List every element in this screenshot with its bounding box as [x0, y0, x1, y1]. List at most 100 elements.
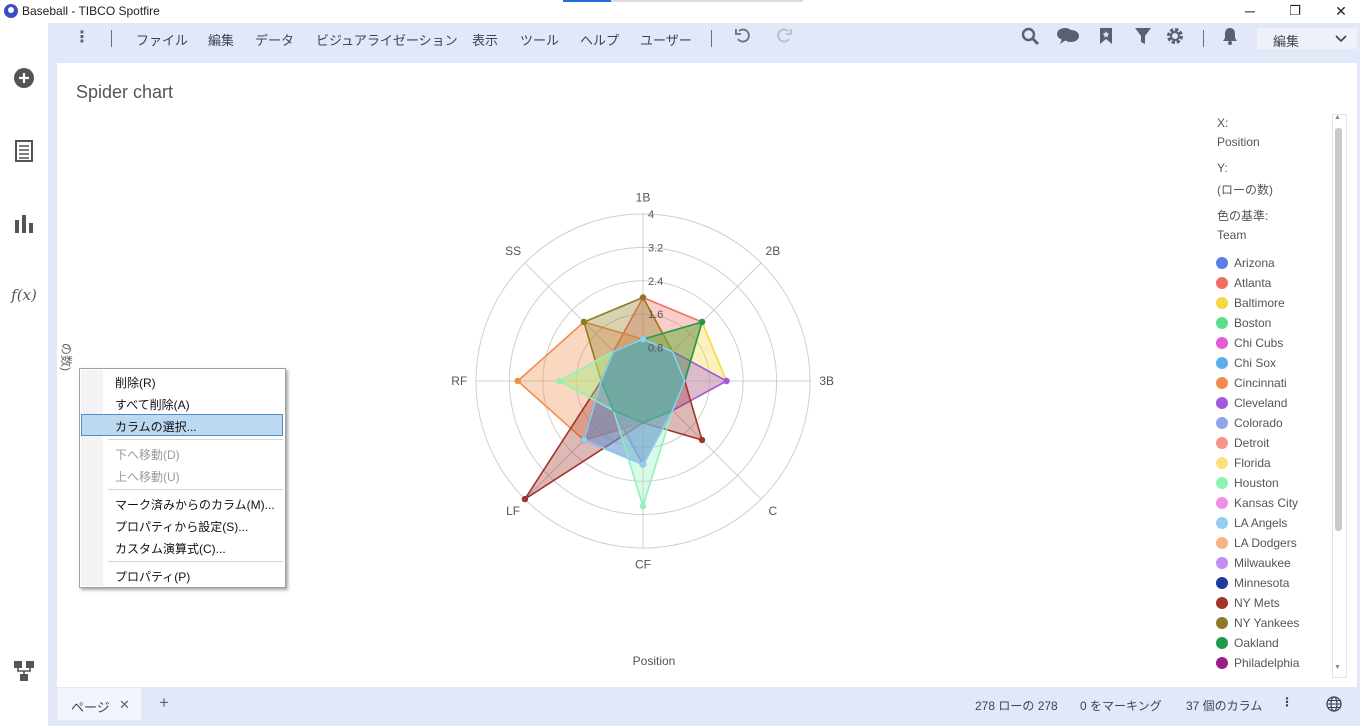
legend-item-label: NY Yankees	[1234, 616, 1300, 630]
legend-color-swatch	[1216, 377, 1228, 389]
legend-item-label: Chi Sox	[1234, 356, 1277, 370]
radar-axis-label[interactable]: C	[769, 504, 778, 518]
menu-item-select-columns[interactable]: カラムの選択...	[81, 414, 283, 436]
legend-item[interactable]: Chi Sox	[1216, 356, 1326, 372]
legend-item[interactable]: Florida	[1216, 456, 1326, 472]
legend-item-label: LA Angels	[1234, 516, 1288, 530]
radar-point[interactable]	[514, 377, 521, 385]
menu-item-delete[interactable]: 削除(R)	[81, 370, 283, 392]
radar-tick-label: 4	[648, 209, 654, 221]
legend-item-label: Cincinnati	[1234, 376, 1287, 390]
legend-item[interactable]: LA Angels	[1216, 516, 1326, 532]
menu-item-move-up: 上へ移動(U)	[115, 470, 180, 484]
radar-point[interactable]	[639, 294, 647, 301]
radar-point[interactable]	[639, 461, 647, 468]
radar-point[interactable]	[580, 436, 588, 444]
x-axis-title: Position	[633, 654, 676, 668]
legend-scrollbar-thumb[interactable]	[1335, 128, 1342, 531]
menu-item-move-down: 下へ移動(D)	[115, 448, 180, 462]
legend-item[interactable]: Detroit	[1216, 436, 1326, 452]
menu-separator	[108, 439, 283, 440]
legend-y-value[interactable]: (ローの数)	[1217, 181, 1273, 198]
close-tab-icon[interactable]: ✕	[119, 697, 130, 713]
legend-color-swatch	[1216, 457, 1228, 469]
legend-item-label: Cleveland	[1234, 396, 1288, 410]
menu-item-set-from-property[interactable]: プロパティから設定(S)...	[81, 514, 283, 536]
radar-point[interactable]	[639, 336, 647, 343]
legend-item-label: Kansas City	[1234, 496, 1299, 510]
legend-item-label: Colorado	[1234, 416, 1283, 430]
add-page-icon[interactable]: +	[159, 693, 169, 713]
legend-color-swatch	[1216, 417, 1228, 429]
legend-color-swatch	[1216, 617, 1228, 629]
radar-point[interactable]	[698, 318, 706, 326]
radar-point[interactable]	[639, 503, 647, 510]
radar-axis-label[interactable]: 2B	[766, 244, 781, 258]
legend-item[interactable]: LA Dodgers	[1216, 536, 1326, 552]
radar-axis-label[interactable]: SS	[505, 244, 521, 258]
legend-item[interactable]: Kansas City	[1216, 496, 1326, 512]
radar-point[interactable]	[521, 495, 529, 503]
legend-item-label: NY Mets	[1234, 596, 1280, 610]
legend-item[interactable]: Minnesota	[1216, 576, 1326, 592]
radar-axis-label[interactable]: CF	[635, 558, 651, 572]
menu-item-custom-expression[interactable]: カスタム演算式(C)...	[81, 536, 283, 558]
legend-color-swatch	[1216, 597, 1228, 609]
menu-item-columns-from-marked[interactable]: マーク済みからのカラム(M)...	[81, 492, 283, 514]
radar-point[interactable]	[556, 377, 563, 385]
legend-item[interactable]: Baltimore	[1216, 296, 1326, 312]
radar-tick-label: 2.4	[648, 276, 663, 288]
radar-point[interactable]	[580, 318, 588, 326]
scroll-up-arrow-icon[interactable]: ▲	[1334, 114, 1341, 121]
legend-item-label: Baltimore	[1234, 296, 1285, 310]
legend-color-swatch	[1216, 357, 1228, 369]
menu-item-properties[interactable]: プロパティ(P)	[81, 564, 283, 586]
legend-x-value[interactable]: Position	[1217, 135, 1260, 149]
legend-item-label: Florida	[1234, 456, 1271, 470]
legend-item[interactable]: Oakland	[1216, 636, 1326, 652]
legend-color-swatch	[1216, 337, 1228, 349]
context-menu: 削除(R) すべて削除(A) カラムの選択... 下へ移動(D) 上へ移動(U)…	[79, 368, 286, 588]
legend-color-swatch	[1216, 477, 1228, 489]
menu-item-delete-all[interactable]: すべて削除(A)	[81, 392, 283, 414]
legend-item-label: Chi Cubs	[1234, 336, 1284, 350]
row-count: 278 ローの 278	[975, 699, 1058, 713]
legend-item[interactable]: NY Yankees	[1216, 616, 1326, 632]
legend-item[interactable]: Milwaukee	[1216, 556, 1326, 572]
globe-icon[interactable]	[1326, 696, 1342, 717]
legend-color-swatch	[1216, 497, 1228, 509]
legend-item[interactable]: Cincinnati	[1216, 376, 1326, 392]
legend-item[interactable]: Arizona	[1216, 256, 1326, 272]
spider-chart[interactable]: 1B 2B 3B C CF LF RF SS 0.8 1.6 2.4 3.2 4 Position	[0, 0, 1360, 726]
legend-color-value[interactable]: Team	[1217, 228, 1246, 242]
legend-color-swatch	[1216, 517, 1228, 529]
menu-separator	[108, 489, 283, 490]
legend-item[interactable]: Cleveland	[1216, 396, 1326, 412]
legend-color-swatch	[1216, 577, 1228, 589]
radar-point[interactable]	[723, 377, 730, 385]
radar-axis-label[interactable]: 3B	[819, 374, 834, 388]
legend-color-swatch	[1216, 557, 1228, 569]
legend-y-label: Y:	[1217, 161, 1228, 175]
radar-axis-label[interactable]: 1B	[636, 190, 651, 204]
radar-axis-label[interactable]: RF	[451, 374, 467, 388]
legend-item[interactable]: Atlanta	[1216, 276, 1326, 292]
legend-item[interactable]: Chi Cubs	[1216, 336, 1326, 352]
column-count: 37 個のカラム	[1186, 699, 1263, 713]
legend-item-label: Minnesota	[1234, 576, 1290, 590]
legend-color-swatch	[1216, 277, 1228, 289]
legend-item[interactable]: Colorado	[1216, 416, 1326, 432]
marked-count: 0 をマーキング	[1080, 699, 1162, 713]
status-bar	[48, 688, 1360, 726]
legend-color-swatch	[1216, 397, 1228, 409]
radar-axis-label[interactable]: LF	[506, 504, 520, 518]
legend-item[interactable]: Philadelphia	[1216, 656, 1326, 672]
legend-item[interactable]: Boston	[1216, 316, 1326, 332]
legend-item[interactable]: Houston	[1216, 476, 1326, 492]
more-options-icon[interactable]: ⋮	[1281, 695, 1293, 709]
legend-item[interactable]: NY Mets	[1216, 596, 1326, 612]
radar-point[interactable]	[698, 436, 706, 444]
legend-color-swatch	[1216, 317, 1228, 329]
scroll-down-arrow-icon[interactable]: ▼	[1334, 664, 1341, 671]
legend-color-label: 色の基準:	[1217, 209, 1269, 223]
